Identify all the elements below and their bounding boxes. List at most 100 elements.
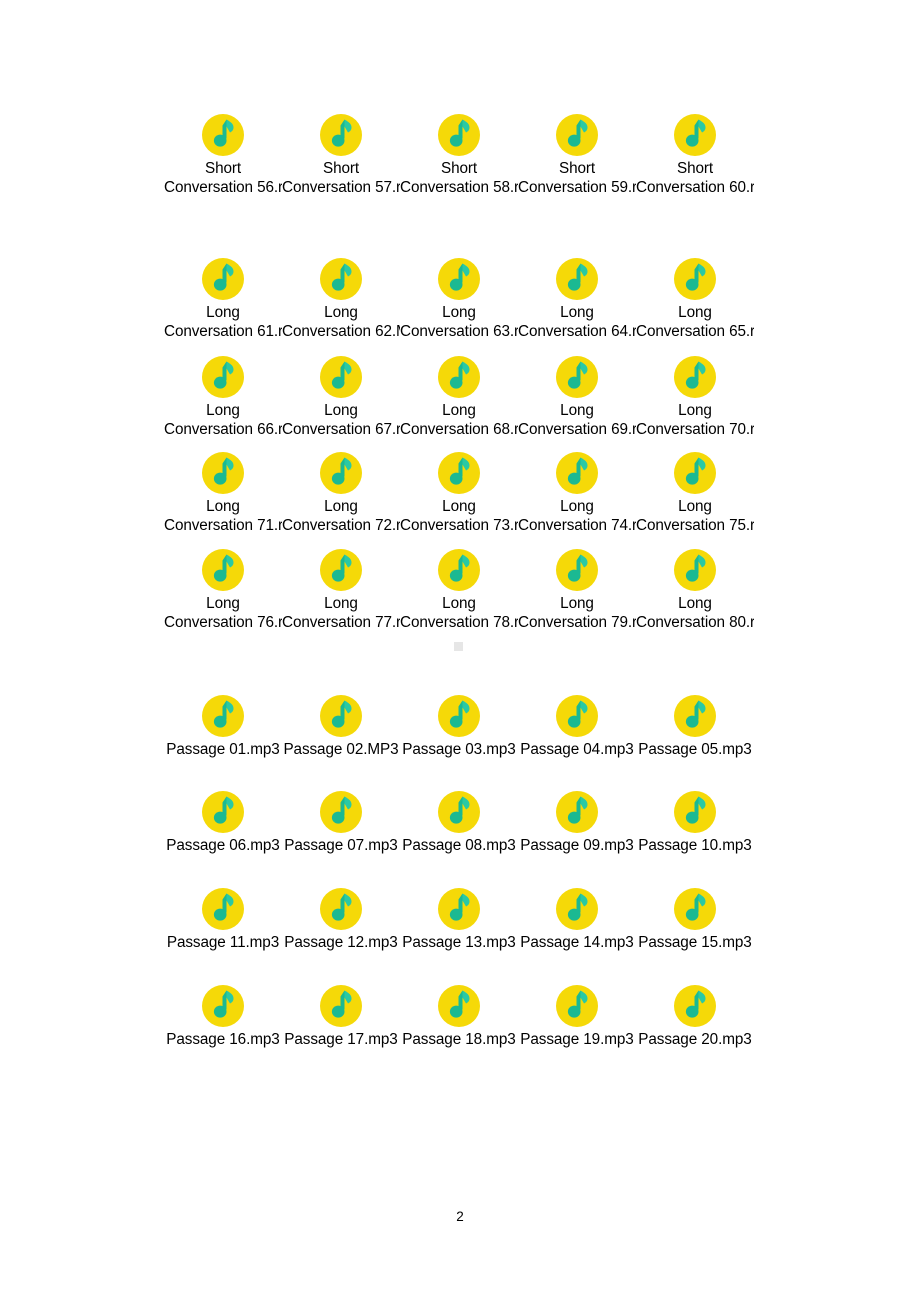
file-label: Passage 10.mp3 (638, 837, 752, 854)
file-item[interactable]: Long Conversation 66.r (164, 355, 282, 439)
page-number: 2 (456, 1209, 464, 1224)
file-label: Long Conversation 70.r (636, 402, 754, 438)
qq-music-note-icon (555, 694, 599, 738)
qq-music-note-icon (673, 548, 717, 592)
file-label: Passage 08.mp3 (402, 837, 516, 854)
file-item[interactable]: Passage 01.mp3 (164, 694, 282, 759)
file-item[interactable]: Passage 12.mp3 (282, 887, 400, 952)
file-item[interactable]: Passage 06.mp3 (164, 790, 282, 855)
file-item[interactable]: Long Conversation 67.r (282, 355, 400, 439)
qq-music-note-icon (437, 257, 481, 301)
qq-music-note-icon (437, 113, 481, 157)
file-item[interactable]: Long Conversation 77.r (282, 548, 400, 632)
qq-music-note-icon (319, 548, 363, 592)
qq-music-note-icon (555, 355, 599, 399)
file-item[interactable]: Long Conversation 76.r (164, 548, 282, 632)
file-row-passages-2: Passage 06.mp3 Passage 07.mp3 Passage 08… (164, 790, 756, 855)
file-item[interactable]: Long Conversation 72.r (282, 451, 400, 535)
file-item[interactable]: Long Conversation 63.r (400, 257, 518, 341)
file-item[interactable]: Passage 18.mp3 (400, 984, 518, 1049)
section-divider-marker (454, 642, 463, 651)
file-label: Long Conversation 63.r (400, 304, 518, 340)
file-item[interactable]: Passage 07.mp3 (282, 790, 400, 855)
file-item[interactable]: Passage 02.MP3 (282, 694, 400, 759)
file-item[interactable]: Long Conversation 79.r (518, 548, 636, 632)
file-item[interactable]: Passage 13.mp3 (400, 887, 518, 952)
file-label: Passage 15.mp3 (638, 934, 752, 951)
file-label: Passage 11.mp3 (166, 934, 280, 951)
file-label: Passage 07.mp3 (284, 837, 398, 854)
file-item[interactable]: Passage 04.mp3 (518, 694, 636, 759)
file-item[interactable]: Long Conversation 65.r (636, 257, 754, 341)
qq-music-note-icon (319, 887, 363, 931)
file-label: Passage 18.mp3 (402, 1031, 516, 1048)
file-label: Passage 01.mp3 (166, 741, 280, 758)
file-label: Long Conversation 76.r (164, 595, 282, 631)
qq-music-note-icon (555, 113, 599, 157)
file-item[interactable]: Passage 17.mp3 (282, 984, 400, 1049)
file-item[interactable]: Long Conversation 68.r (400, 355, 518, 439)
file-item[interactable]: Passage 20.mp3 (636, 984, 754, 1049)
file-item[interactable]: Long Conversation 74.r (518, 451, 636, 535)
file-item[interactable]: Short Conversation 59.r (518, 113, 636, 197)
qq-music-note-icon (673, 694, 717, 738)
file-label: Long Conversation 75.r (636, 498, 754, 534)
file-item[interactable]: Passage 15.mp3 (636, 887, 754, 952)
qq-music-note-icon (319, 451, 363, 495)
file-item[interactable]: Short Conversation 56.r (164, 113, 282, 197)
qq-music-note-icon (319, 790, 363, 834)
file-item[interactable]: Short Conversation 58.r (400, 113, 518, 197)
file-item[interactable]: Long Conversation 70.r (636, 355, 754, 439)
qq-music-note-icon (437, 451, 481, 495)
qq-music-note-icon (319, 694, 363, 738)
file-item[interactable]: Long Conversation 80.r (636, 548, 754, 632)
file-label: Long Conversation 80.r (636, 595, 754, 631)
file-item[interactable]: Long Conversation 64.r (518, 257, 636, 341)
file-item[interactable]: Passage 08.mp3 (400, 790, 518, 855)
file-row-passages-3: Passage 11.mp3 Passage 12.mp3 Passage 13… (164, 887, 756, 952)
file-item[interactable]: Passage 09.mp3 (518, 790, 636, 855)
file-item[interactable]: Long Conversation 78.r (400, 548, 518, 632)
file-label: Short Conversation 56.r (164, 160, 282, 196)
file-label: Long Conversation 69.r (518, 402, 636, 438)
file-label: Long Conversation 72.r (282, 498, 400, 534)
qq-music-note-icon (673, 790, 717, 834)
file-label: Long Conversation 79.r (518, 595, 636, 631)
file-label: Long Conversation 74.r (518, 498, 636, 534)
file-label: Long Conversation 61.r (164, 304, 282, 340)
file-item[interactable]: Passage 10.mp3 (636, 790, 754, 855)
file-label: Passage 05.mp3 (638, 741, 752, 758)
qq-music-note-icon (319, 257, 363, 301)
file-item[interactable]: Passage 19.mp3 (518, 984, 636, 1049)
qq-music-note-icon (437, 694, 481, 738)
qq-music-note-icon (673, 451, 717, 495)
file-row-long-conversations-4: Long Conversation 76.r Long Conversation… (164, 548, 756, 632)
qq-music-note-icon (555, 548, 599, 592)
file-item[interactable]: Long Conversation 61.r (164, 257, 282, 341)
file-label: Passage 19.mp3 (520, 1031, 634, 1048)
file-label: Short Conversation 60.r (636, 160, 754, 196)
file-label: Long Conversation 62.M (282, 304, 400, 340)
qq-music-note-icon (673, 355, 717, 399)
file-item[interactable]: Long Conversation 75.r (636, 451, 754, 535)
file-label: Long Conversation 67.r (282, 402, 400, 438)
file-item[interactable]: Passage 03.mp3 (400, 694, 518, 759)
qq-music-note-icon (201, 694, 245, 738)
file-item[interactable]: Passage 14.mp3 (518, 887, 636, 952)
file-label: Passage 13.mp3 (402, 934, 516, 951)
file-row-passages-4: Passage 16.mp3 Passage 17.mp3 Passage 18… (164, 984, 756, 1049)
file-item[interactable]: Short Conversation 60.r (636, 113, 754, 197)
file-label: Long Conversation 71.r (164, 498, 282, 534)
file-item[interactable]: Passage 11.mp3 (164, 887, 282, 952)
file-item[interactable]: Passage 05.mp3 (636, 694, 754, 759)
qq-music-note-icon (673, 984, 717, 1028)
qq-music-note-icon (555, 451, 599, 495)
file-label: Passage 03.mp3 (402, 741, 516, 758)
file-item[interactable]: Passage 16.mp3 (164, 984, 282, 1049)
file-item[interactable]: Long Conversation 69.r (518, 355, 636, 439)
file-item[interactable]: Long Conversation 71.r (164, 451, 282, 535)
file-item[interactable]: Long Conversation 62.M (282, 257, 400, 341)
file-item[interactable]: Long Conversation 73.r (400, 451, 518, 535)
file-item[interactable]: Short Conversation 57.r (282, 113, 400, 197)
file-label: Long Conversation 68.r (400, 402, 518, 438)
